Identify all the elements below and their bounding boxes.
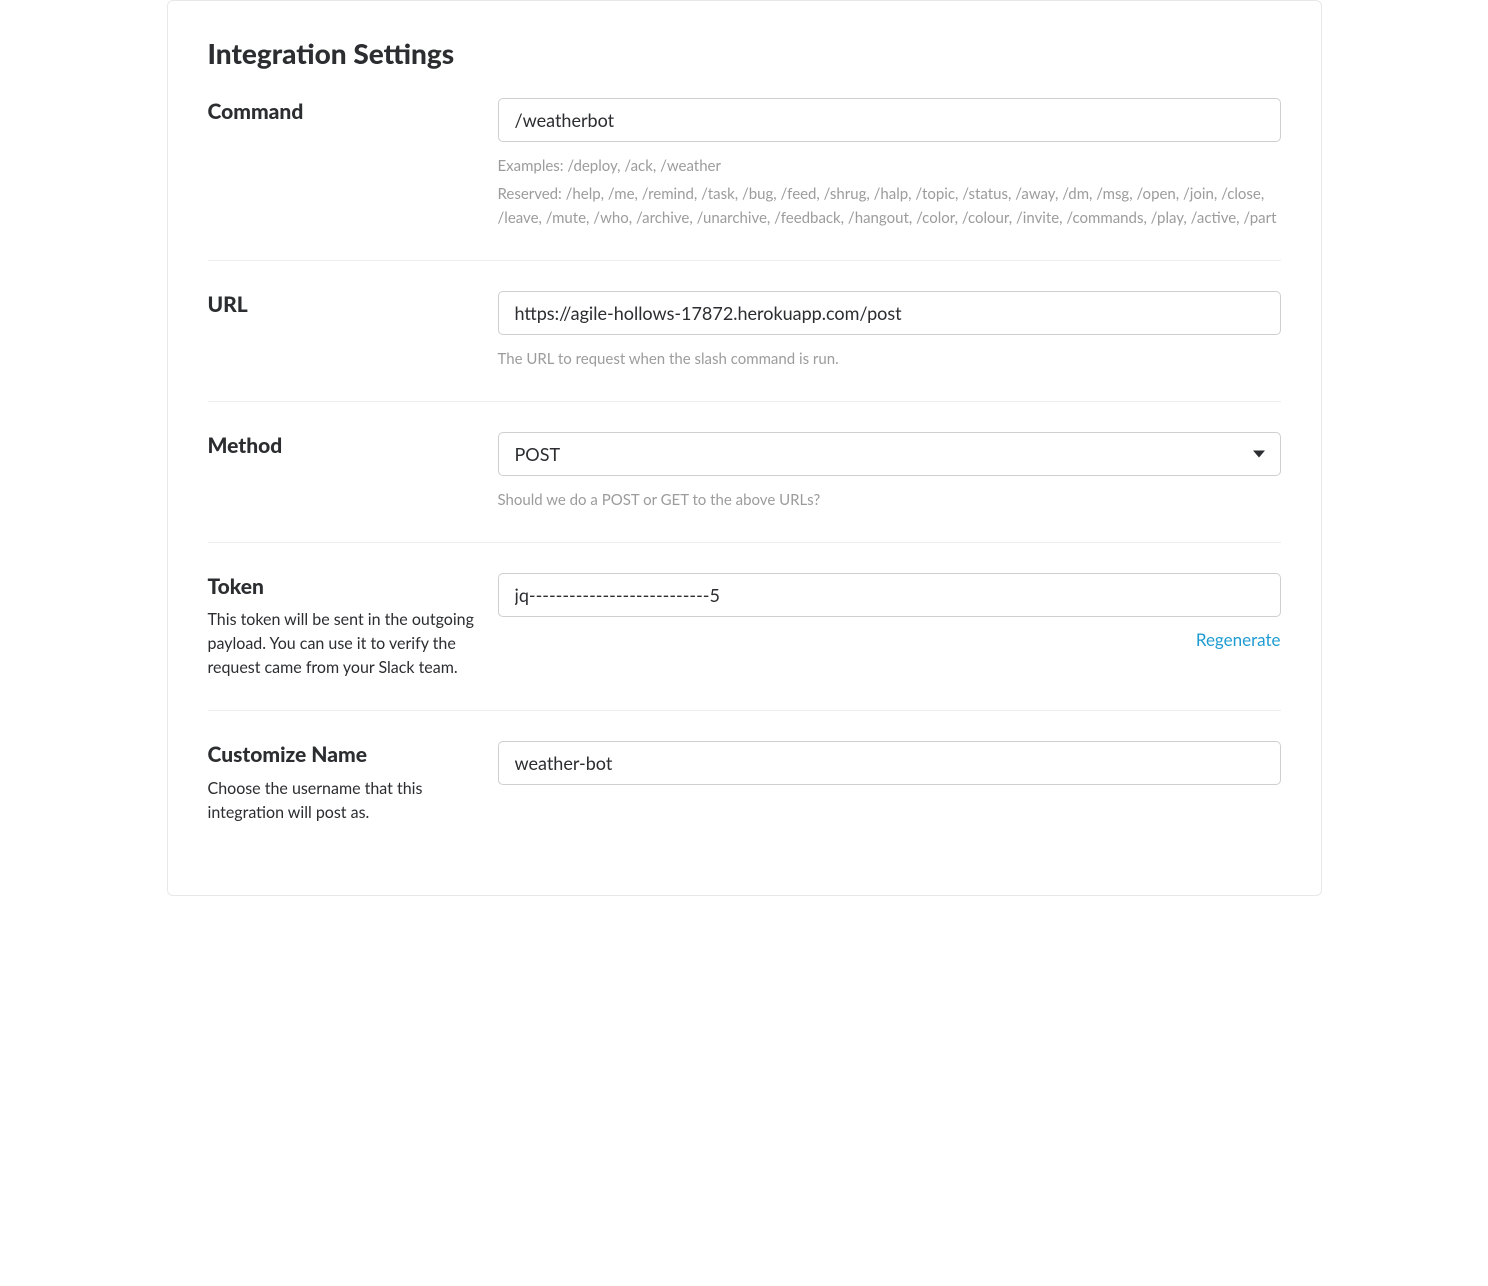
url-help: The URL to request when the slash comman… <box>498 347 1281 371</box>
method-label: Method <box>208 432 478 459</box>
token-desc: This token will be sent in the outgoing … <box>208 608 478 680</box>
method-select[interactable]: POST <box>498 432 1281 476</box>
token-label: Token <box>208 573 478 600</box>
method-help: Should we do a POST or GET to the above … <box>498 488 1281 512</box>
command-label: Command <box>208 98 478 125</box>
method-row: Method POST Should we do a POST or GET t… <box>208 432 1281 543</box>
customize-name-desc: Choose the username that this integratio… <box>208 777 478 825</box>
regenerate-link[interactable]: Regenerate <box>1196 629 1281 650</box>
page-title: Integration Settings <box>208 36 1281 70</box>
url-row: URL The URL to request when the slash co… <box>208 291 1281 402</box>
url-input[interactable] <box>498 291 1281 335</box>
customize-name-input[interactable] <box>498 741 1281 785</box>
command-help-examples: Examples: /deploy, /ack, /weather <box>498 154 1281 178</box>
integration-settings-panel: Integration Settings Command Examples: /… <box>167 0 1322 896</box>
command-input[interactable] <box>498 98 1281 142</box>
token-input[interactable] <box>498 573 1281 617</box>
command-row: Command Examples: /deploy, /ack, /weathe… <box>208 98 1281 261</box>
customize-name-row: Customize Name Choose the username that … <box>208 741 1281 854</box>
url-label: URL <box>208 291 478 318</box>
customize-name-label: Customize Name <box>208 741 478 768</box>
token-row: Token This token will be sent in the out… <box>208 573 1281 711</box>
command-help-reserved: Reserved: /help, /me, /remind, /task, /b… <box>498 182 1281 230</box>
